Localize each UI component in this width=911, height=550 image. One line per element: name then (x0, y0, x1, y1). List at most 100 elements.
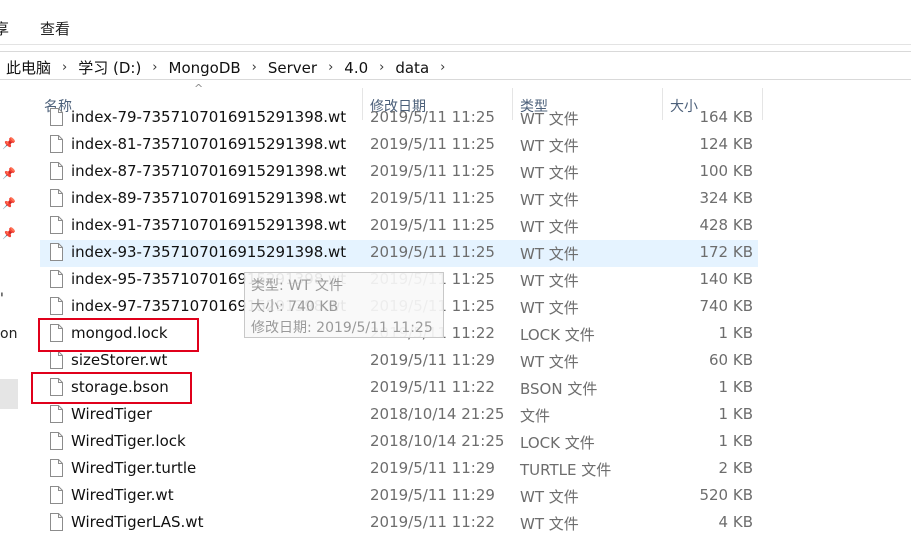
sort-up-icon: ^ (194, 82, 204, 95)
file-date: 2019/5/11 11:22 (370, 513, 495, 531)
file-date: 2019/5/11 11:29 (370, 486, 495, 504)
annotation-box-mongod-lock (38, 318, 199, 352)
file-date: 2019/5/11 11:25 (370, 162, 495, 180)
pin-icon[interactable]: 📌 (2, 227, 16, 240)
breadcrumb: 此电脑 › 学习 (D:) › MongoDB › Server › 4.0 ›… (6, 57, 456, 78)
file-size: 428 KB (699, 216, 753, 234)
tab-view[interactable]: 查看 (40, 18, 70, 39)
chevron-right-icon[interactable]: › (62, 60, 67, 75)
nav-item-fragment[interactable]: on (0, 326, 17, 342)
file-row[interactable]: index-79-7357107016915291398.wt 2019/5/11… (40, 106, 758, 132)
file-row[interactable]: WiredTiger.wt 2019/5/11 11:29 WT 文件 520 KB (40, 483, 758, 510)
file-size: 60 KB (709, 351, 753, 369)
tab-share[interactable]: 享 (0, 18, 9, 39)
file-icon (50, 243, 63, 261)
file-type: WT 文件 (520, 137, 579, 155)
file-date: 2019/5/11 11:25 (370, 216, 495, 234)
file-size: 164 KB (699, 108, 753, 126)
file-row[interactable]: WiredTiger.turtle 2019/5/11 11:29 TURTLE 文… (40, 456, 758, 483)
file-icon (50, 351, 63, 369)
file-name: index-81-7357107016915291398.wt (71, 135, 347, 153)
chevron-right-icon[interactable]: › (152, 60, 157, 75)
file-size: 520 KB (699, 486, 753, 504)
chevron-right-icon[interactable]: › (379, 60, 384, 75)
file-row[interactable]: WiredTigerLAS.wt 2019/5/11 11:22 WT 文件 4 KB (40, 510, 758, 537)
file-date: 2019/5/11 11:25 (370, 108, 495, 126)
address-bar[interactable]: 此电脑 › 学习 (D:) › MongoDB › Server › 4.0 ›… (0, 51, 911, 80)
annotation-box-storage-bson (31, 372, 192, 404)
file-row[interactable]: index-91-7357107016915291398.wt 2019/5/11… (40, 213, 758, 240)
file-size: 172 KB (699, 243, 753, 261)
file-size: 1 KB (718, 432, 753, 450)
file-size: 4 KB (718, 513, 753, 531)
file-icon (50, 216, 63, 234)
file-type: WT 文件 (520, 353, 579, 371)
file-icon (50, 405, 63, 423)
breadcrumb-this-pc[interactable]: 此电脑 (6, 57, 51, 78)
breadcrumb-mongodb[interactable]: MongoDB (169, 59, 241, 77)
file-date: 2019/5/11 11:25 (370, 135, 495, 153)
file-type: WT 文件 (520, 164, 579, 182)
file-size: 2 KB (718, 459, 753, 477)
file-name: index-91-7357107016915291398.wt (71, 216, 347, 234)
file-row[interactable]: WiredTiger 2018/10/14 21:25 文件 1 KB (40, 402, 758, 429)
chevron-right-icon[interactable]: › (328, 60, 333, 75)
breadcrumb-version[interactable]: 4.0 (344, 59, 368, 77)
file-icon (50, 486, 63, 504)
file-type: WT 文件 (520, 191, 579, 209)
breadcrumb-server[interactable]: Server (268, 59, 317, 77)
nav-item-selected[interactable] (0, 379, 18, 409)
file-size: 1 KB (718, 324, 753, 342)
file-row[interactable]: WiredTiger.lock 2018/10/14 21:25 LOCK 文件 1 … (40, 429, 758, 456)
file-row[interactable]: index-93-7357107016915291398.wt 2019/5/11… (40, 240, 758, 267)
file-type: WT 文件 (520, 272, 579, 290)
chevron-right-icon[interactable]: › (252, 60, 257, 75)
file-date: 2019/5/11 11:29 (370, 351, 495, 369)
tooltip-size: 大小: 740 KB (251, 299, 339, 315)
file-row[interactable]: index-87-7357107016915291398.wt 2019/5/11… (40, 159, 758, 186)
file-name: WiredTigerLAS.wt (71, 513, 204, 531)
file-name: index-89-7357107016915291398.wt (71, 189, 347, 207)
ribbon-divider (0, 44, 911, 45)
file-type: WT 文件 (520, 488, 579, 506)
tooltip-type: 类型: WT 文件 (251, 278, 344, 294)
file-name: index-87-7357107016915291398.wt (71, 162, 347, 180)
file-name: index-93-7357107016915291398.wt (71, 243, 347, 261)
file-type: WT 文件 (520, 218, 579, 236)
file-row[interactable]: sizeStorer.wt 2019/5/11 11:29 WT 文件 60 KB (40, 348, 758, 375)
file-icon (50, 270, 63, 288)
file-date: 2019/5/11 11:25 (370, 243, 495, 261)
file-type: BSON 文件 (520, 380, 598, 398)
file-size: 124 KB (699, 135, 753, 153)
pin-icon[interactable]: 📌 (2, 137, 16, 150)
file-size: 100 KB (699, 162, 753, 180)
file-type: WT 文件 (520, 245, 579, 263)
file-date: 2018/10/14 21:25 (370, 405, 505, 423)
file-type: WT 文件 (520, 110, 579, 128)
file-name: WiredTiger (71, 405, 153, 423)
file-icon (50, 189, 63, 207)
tooltip-modified: 修改日期: 2019/5/11 11:25 (251, 320, 433, 336)
file-icon (50, 459, 63, 477)
file-type: TURTLE 文件 (520, 461, 612, 479)
breadcrumb-drive-d[interactable]: 学习 (D:) (78, 57, 141, 78)
pin-icon[interactable]: 📌 (2, 167, 16, 180)
chevron-right-icon[interactable]: › (440, 60, 445, 75)
nav-item-fragment[interactable]: ' (0, 291, 4, 307)
file-name: index-79-7357107016915291398.wt (71, 108, 347, 126)
ribbon: 享 查看 (0, 0, 911, 44)
file-date: 2018/10/14 21:25 (370, 432, 505, 450)
file-row[interactable]: index-81-7357107016915291398.wt 2019/5/11… (40, 132, 758, 159)
pin-icon[interactable]: 📌 (2, 197, 16, 210)
file-type: LOCK 文件 (520, 326, 595, 344)
file-type: WT 文件 (520, 515, 579, 533)
file-type: LOCK 文件 (520, 434, 595, 452)
file-row[interactable]: index-89-7357107016915291398.wt 2019/5/11… (40, 186, 758, 213)
breadcrumb-data[interactable]: data (395, 59, 429, 77)
file-name: WiredTiger.turtle (71, 459, 197, 477)
file-icon (50, 162, 63, 180)
file-size: 140 KB (699, 270, 753, 288)
file-tooltip: 类型: WT 文件 大小: 740 KB 修改日期: 2019/5/11 11:… (244, 272, 444, 338)
navigation-pane: 📌 📌 📌 📌 ' on (0, 81, 20, 550)
file-icon (50, 135, 63, 153)
